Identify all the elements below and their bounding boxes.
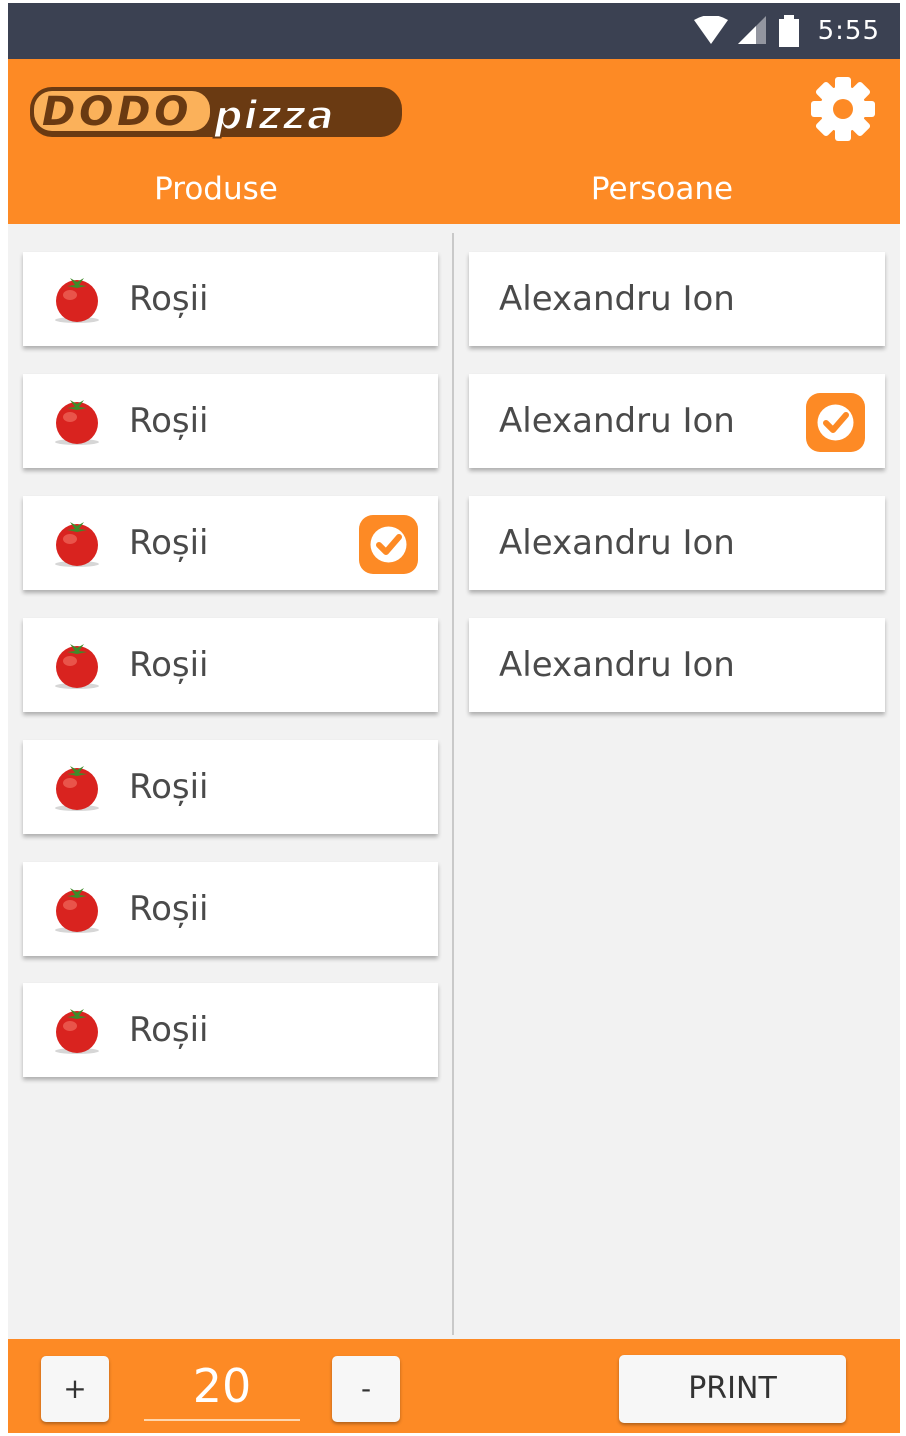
person-item[interactable]: Alexandru Ion — [469, 618, 885, 712]
product-item[interactable]: Roșii — [23, 496, 438, 590]
tab-products[interactable]: Produse — [8, 167, 424, 211]
person-label: Alexandru Ion — [499, 401, 735, 441]
product-item[interactable]: Roșii — [23, 862, 438, 956]
product-label: Roșii — [129, 1010, 209, 1050]
product-item[interactable]: Roșii — [23, 374, 438, 468]
bottom-toolbar: + 20 - PRINT — [8, 1339, 900, 1433]
product-label: Roșii — [129, 889, 209, 929]
tab-people[interactable]: Persoane — [454, 167, 870, 211]
person-item[interactable]: Alexandru Ion — [469, 374, 885, 468]
print-button[interactable]: PRINT — [619, 1355, 846, 1423]
app-screen: 5:55 DODO pizza Produse Persoane Roșii R… — [8, 3, 900, 1433]
tomato-icon — [55, 644, 99, 689]
product-label: Roșii — [129, 645, 209, 685]
person-label: Alexandru Ion — [499, 523, 735, 563]
wifi-icon — [693, 16, 728, 44]
product-label: Roșii — [129, 767, 209, 807]
tomato-icon — [55, 888, 99, 933]
clock: 5:55 — [817, 16, 880, 46]
tomato-icon — [55, 1009, 99, 1054]
dodopizza-logo: DODO pizza — [30, 87, 402, 140]
status-bar: 5:55 — [8, 3, 900, 59]
svg-text:DODO: DODO — [42, 89, 192, 135]
tomato-icon — [55, 278, 99, 323]
product-label: Roșii — [129, 401, 209, 441]
settings-gear-icon[interactable] — [810, 76, 876, 142]
product-item[interactable]: Roșii — [23, 618, 438, 712]
checkmark-icon — [370, 526, 407, 563]
person-item[interactable]: Alexandru Ion — [469, 496, 885, 590]
quantity-field[interactable]: 20 — [144, 1353, 300, 1421]
checkmark-icon — [817, 404, 854, 441]
person-label: Alexandru Ion — [499, 645, 735, 685]
increment-button[interactable]: + — [41, 1356, 109, 1422]
tomato-icon — [55, 766, 99, 811]
signal-icon — [737, 16, 766, 44]
product-item[interactable]: Roșii — [23, 252, 438, 346]
product-item[interactable]: Roșii — [23, 983, 438, 1077]
checkbox-checked[interactable] — [359, 515, 418, 574]
product-item[interactable]: Roșii — [23, 740, 438, 834]
person-label: Alexandru Ion — [499, 279, 735, 319]
tomato-icon — [55, 522, 99, 567]
battery-icon — [778, 15, 799, 47]
decrement-button[interactable]: - — [332, 1356, 400, 1422]
product-label: Roșii — [129, 523, 209, 563]
app-header: DODO pizza Produse Persoane — [8, 59, 900, 224]
checkbox-checked[interactable] — [806, 393, 865, 452]
tomato-icon — [55, 400, 99, 445]
person-item[interactable]: Alexandru Ion — [469, 252, 885, 346]
product-label: Roșii — [129, 279, 209, 319]
svg-text:pizza: pizza — [213, 93, 335, 139]
column-divider — [452, 233, 454, 1335]
